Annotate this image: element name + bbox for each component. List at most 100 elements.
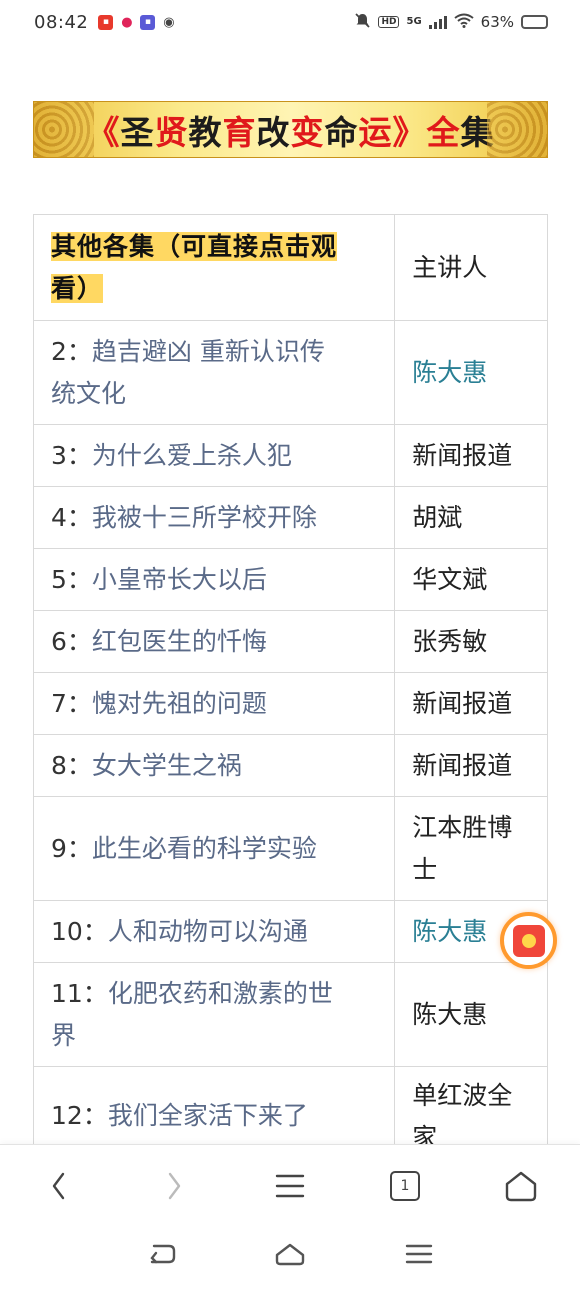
- speaker-name: 新闻报道: [412, 440, 513, 470]
- table-row: 3：为什么爱上杀人犯 新闻报道: [32, 424, 548, 487]
- header-cell-episodes: 其他各集（可直接点击观 看）: [32, 214, 396, 321]
- banner-title-char: 贤: [154, 112, 189, 152]
- system-home-button[interactable]: [270, 1234, 310, 1274]
- episode-number: 12：: [51, 1101, 108, 1130]
- speaker-name: 胡斌: [412, 502, 463, 532]
- speaker-cell: 新闻报道: [394, 424, 548, 487]
- episode-link[interactable]: 我被十三所学校开除: [92, 503, 317, 532]
- episode-link-cont[interactable]: 统文化: [51, 379, 126, 408]
- forward-icon: [168, 1172, 181, 1200]
- table-row: 5：小皇帝长大以后 华文斌: [32, 548, 548, 611]
- banner-title-char: 》: [392, 112, 427, 152]
- table-row: 6：红包医生的忏悔 张秀敏: [32, 610, 548, 673]
- episode-number: 7：: [51, 688, 92, 718]
- system-navigation-bar: [0, 1224, 580, 1289]
- episode-cell: 2：趋吉避凶 重新认识传统文化: [32, 320, 396, 425]
- speaker-cell: 江本胜博士: [394, 796, 548, 901]
- system-recents-button[interactable]: [399, 1234, 439, 1274]
- banner-title-char: 变: [290, 112, 325, 152]
- episode-link[interactable]: 女大学生之祸: [92, 751, 242, 780]
- speaker-name: 新闻报道: [412, 688, 513, 718]
- table-row: 9：此生必看的科学实验 江本胜博士: [32, 796, 548, 901]
- red-envelope-icon: [512, 924, 545, 957]
- episode-number: 10：: [51, 916, 108, 946]
- system-recents-icon: [405, 1244, 433, 1264]
- status-indicators: HD 5G 63%: [354, 12, 548, 33]
- episode-link[interactable]: 愧对先祖的问题: [92, 689, 267, 718]
- table-row: 7：愧对先祖的问题 新闻报道: [32, 672, 548, 735]
- battery-percent: 63%: [480, 13, 514, 31]
- episode-link[interactable]: 我们全家活下来了: [108, 1101, 308, 1130]
- table-row: 10：人和动物可以沟通 陈大惠: [32, 900, 548, 963]
- banner-title-char: 教: [188, 112, 223, 152]
- status-app-icons: ▪ ● ▪ ◉: [98, 14, 177, 30]
- episode-link[interactable]: 为什么爱上杀人犯: [92, 441, 292, 470]
- speaker-name-cont: 士: [412, 854, 438, 884]
- speaker-name: 陈大惠: [412, 999, 488, 1029]
- episode-link[interactable]: 此生必看的科学实验: [92, 834, 317, 863]
- table-row: 8：女大学生之祸 新闻报道: [32, 734, 548, 797]
- banner-title-char: 集: [460, 112, 495, 152]
- episode-number: 8：: [51, 750, 92, 780]
- tabs-icon: 1: [390, 1171, 420, 1201]
- menu-button[interactable]: [267, 1163, 313, 1209]
- header-speaker-label: 主讲人: [412, 252, 488, 282]
- browser-toolbar: 1: [0, 1144, 580, 1224]
- episode-link[interactable]: 小皇帝长大以后: [92, 565, 267, 594]
- banner-title-char: 全: [426, 112, 461, 152]
- banner-title-char: 育: [222, 112, 257, 152]
- red-envelope-float-button[interactable]: [500, 912, 557, 969]
- speaker-link[interactable]: 陈大惠: [412, 917, 487, 946]
- status-bar: 08:42 ▪ ● ▪ ◉ HD 5G 63%: [0, 0, 580, 44]
- forward-button[interactable]: [151, 1163, 197, 1209]
- app-notification-icon: ▪: [98, 14, 114, 30]
- episode-cell: 7：愧对先祖的问题: [32, 672, 396, 735]
- episode-number: 2：: [51, 336, 92, 366]
- banner-title-char: 《: [86, 112, 121, 152]
- system-back-icon: [150, 1244, 176, 1264]
- episode-cell: 3：为什么爱上杀人犯: [32, 424, 396, 487]
- speaker-cell: 新闻报道: [394, 672, 548, 735]
- table-row: 11：化肥农药和激素的世界陈大惠: [32, 962, 548, 1067]
- episode-cell: 5：小皇帝长大以后: [32, 548, 396, 611]
- speaker-name: 华文斌: [412, 564, 488, 594]
- tabs-button[interactable]: 1: [382, 1163, 428, 1209]
- speaker-name: 江本胜博: [412, 812, 513, 842]
- system-back-button[interactable]: [142, 1234, 182, 1274]
- back-button[interactable]: [36, 1163, 82, 1209]
- episode-link[interactable]: 趋吉避凶 重新认识传: [92, 337, 325, 366]
- episode-cell: 8：女大学生之祸: [32, 734, 396, 797]
- header-cell-speaker: 主讲人: [394, 214, 548, 321]
- mute-icon: [354, 12, 371, 33]
- speaker-cell: 陈大惠: [394, 962, 548, 1067]
- episode-link[interactable]: 化肥农药和激素的世: [108, 979, 333, 1008]
- episode-cell: 9：此生必看的科学实验: [32, 796, 396, 901]
- episode-link[interactable]: 人和动物可以沟通: [108, 917, 308, 946]
- speaker-link[interactable]: 陈大惠: [412, 358, 487, 387]
- signal-icon: [428, 15, 447, 29]
- header-episodes-label-cont: 看）: [51, 273, 104, 303]
- episode-number: 6：: [51, 626, 92, 656]
- hd-icon: HD: [378, 16, 400, 28]
- menu-icon: [275, 1174, 305, 1198]
- table-header-row: 其他各集（可直接点击观 看） 主讲人: [32, 214, 548, 321]
- episode-cell: 11：化肥农药和激素的世界: [32, 962, 396, 1067]
- speaker-cell: 胡斌: [394, 486, 548, 549]
- system-home-icon: [275, 1243, 305, 1266]
- episode-link[interactable]: 红包医生的忏悔: [92, 627, 267, 656]
- speaker-name: 张秀敏: [412, 626, 488, 656]
- speaker-name: 单红波全: [412, 1081, 513, 1110]
- home-button[interactable]: [498, 1163, 544, 1209]
- header-episodes-label: 其他各集（可直接点击观: [51, 231, 338, 261]
- episode-number: 4：: [51, 502, 92, 532]
- speaker-cell: 华文斌: [394, 548, 548, 611]
- table-row: 2：趋吉避凶 重新认识传 统文化 陈大惠: [32, 320, 548, 425]
- table-row: 4：我被十三所学校开除 胡斌: [32, 486, 548, 549]
- episode-link-cont[interactable]: 界: [51, 1021, 76, 1050]
- episode-cell: 4：我被十三所学校开除: [32, 486, 396, 549]
- episode-number: 9：: [51, 833, 92, 863]
- app-notification-icon: ◉: [161, 14, 177, 30]
- battery-icon: [521, 15, 548, 29]
- tab-count: 1: [400, 1178, 410, 1194]
- home-icon: [505, 1171, 537, 1202]
